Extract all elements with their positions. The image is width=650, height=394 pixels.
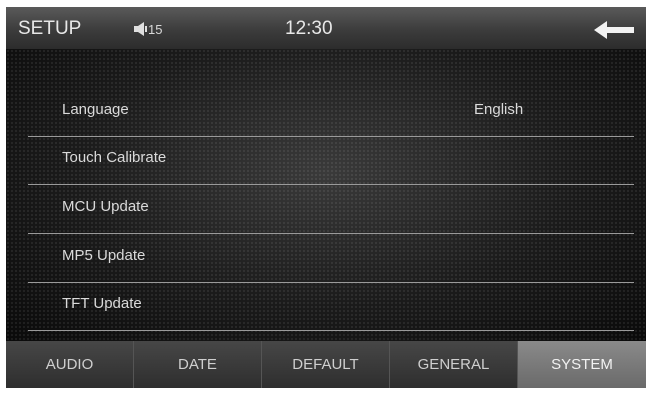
- tab-default[interactable]: DEFAULT: [262, 341, 390, 388]
- volume-indicator[interactable]: 15: [134, 20, 176, 40]
- tab-label: DATE: [178, 356, 217, 373]
- speaker-icon: [134, 22, 147, 36]
- tab-label: AUDIO: [45, 356, 94, 373]
- menu-item-label: TFT Update: [62, 295, 142, 312]
- back-button[interactable]: [592, 19, 636, 41]
- top-bar: SETUP 15 12:30: [6, 7, 646, 49]
- menu-item-touch-calibrate[interactable]: Touch Calibrate: [28, 137, 634, 185]
- menu-item-label: Touch Calibrate: [62, 149, 167, 166]
- menu-item-label: Language: [62, 101, 129, 118]
- page-title: SETUP: [18, 18, 82, 39]
- back-arrow-icon: [594, 21, 634, 39]
- tab-label: SYSTEM: [551, 356, 613, 373]
- tab-date[interactable]: DATE: [134, 341, 262, 388]
- tab-label: DEFAULT: [292, 356, 359, 373]
- menu-item-label: MCU Update: [62, 198, 149, 215]
- clock-time: 12:30: [285, 18, 333, 39]
- divider: [28, 233, 634, 234]
- tab-audio[interactable]: AUDIO: [6, 341, 134, 388]
- menu-item-tft-update[interactable]: TFT Update: [28, 283, 634, 331]
- menu-item-label: MP5 Update: [62, 247, 146, 264]
- menu-item-mp5-update[interactable]: MP5 Update: [28, 235, 634, 283]
- tab-label: GENERAL: [417, 356, 490, 373]
- bottom-tab-bar: AUDIO DATE DEFAULT GENERAL SYSTEM: [6, 341, 646, 388]
- divider: [28, 330, 634, 331]
- settings-list: Language English Touch Calibrate MCU Upd…: [6, 49, 646, 341]
- tab-general[interactable]: GENERAL: [390, 341, 518, 388]
- menu-item-mcu-update[interactable]: MCU Update: [28, 186, 634, 234]
- tab-system[interactable]: SYSTEM: [518, 341, 646, 388]
- volume-level: 15: [148, 22, 163, 37]
- menu-item-language[interactable]: Language English: [28, 89, 634, 137]
- divider: [28, 184, 634, 185]
- head-unit-screen: SETUP 15 12:30 Language English Touch Ca…: [6, 7, 646, 388]
- language-value: English: [474, 101, 524, 118]
